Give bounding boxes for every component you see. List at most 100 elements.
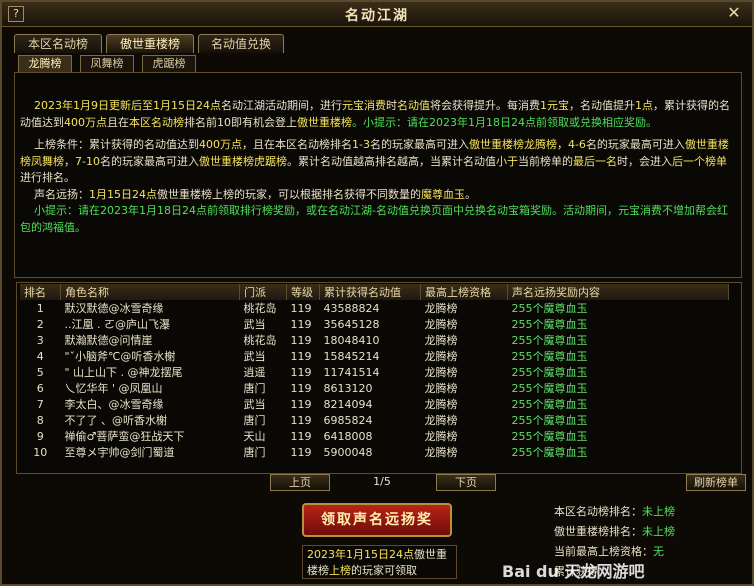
cell-level: 119 <box>290 445 312 459</box>
activity-description: 2023年1月9日更新后至1月15日24点名动江湖活动期间，进行元宝消费时名动值… <box>20 98 736 236</box>
close-icon[interactable]: ✕ <box>726 5 742 21</box>
table-row[interactable]: 9 禅偷♂菩萨蛮@狂战天下 天山 119 6418008 龙腾榜 255个魔尊血玉 <box>20 428 729 444</box>
cell-reward: 255个魔尊血玉 <box>511 366 588 379</box>
table-row[interactable]: 5 " 山上山下 . @神龙摆尾 逍遥 119 11741514 龙腾榜 255个魔尊血玉 <box>20 364 729 380</box>
cell-level: 119 <box>290 317 312 331</box>
cell-qualification: 龙腾榜 <box>424 350 458 363</box>
col-qualification: 最高上榜资格 <box>420 284 508 300</box>
dialog-window: ? 名动江湖 ✕ 本区名动榜 傲世重楼榜 名动值兑换 龙腾榜 凤舞榜 虎踞榜 2… <box>0 0 754 586</box>
cell-level: 119 <box>290 349 312 363</box>
cell-name: 至尊メ宇帅@剑门蜀道 <box>64 446 175 459</box>
cell-points: 15845214 <box>323 349 380 363</box>
local-rank-value: 未上榜 <box>642 505 675 518</box>
cell-points: 35645128 <box>323 317 380 331</box>
cell-school: 唐门 <box>243 446 266 459</box>
cell-rank: 5 <box>36 365 44 379</box>
cell-name: 不了了 、@听香水榭 <box>64 414 168 427</box>
cell-points: 5900048 <box>323 445 373 459</box>
cell-name: " 山上山下 . @神龙摆尾 <box>64 366 183 379</box>
cell-reward: 255个魔尊血玉 <box>511 414 588 427</box>
cell-level: 119 <box>290 365 312 379</box>
table-row[interactable]: 8 不了了 、@听香水榭 唐门 119 6985824 龙腾榜 255个魔尊血玉 <box>20 412 729 428</box>
cell-name: 默汉默德@冰雪奇缘 <box>64 302 164 315</box>
cell-school: 唐门 <box>243 414 266 427</box>
cell-level: 119 <box>290 381 312 395</box>
cell-school: 武当 <box>243 398 266 411</box>
cell-qualification: 龙腾榜 <box>424 382 458 395</box>
cell-name: ..江凰 . ㄛ@庐山飞瀑 <box>64 318 170 331</box>
tab-local-ranking[interactable]: 本区名动榜 <box>14 34 102 53</box>
cell-points: 6418008 <box>323 429 373 443</box>
cell-reward: 255个魔尊血玉 <box>511 398 588 411</box>
cell-qualification: 龙腾榜 <box>424 334 458 347</box>
subtab-fengwu[interactable]: 凤舞榜 <box>80 55 134 73</box>
cell-reward: 255个魔尊血玉 <box>511 446 588 459</box>
col-points: 累计获得名动值 <box>319 284 421 300</box>
cell-school: 桃花岛 <box>243 302 277 315</box>
cell-name: 李太白、@冰雪奇缘 <box>64 398 164 411</box>
cell-reward: 255个魔尊血玉 <box>511 302 588 315</box>
page-indicator: 1/5 <box>373 475 391 488</box>
cell-points: 8214094 <box>323 397 373 411</box>
cell-level: 119 <box>290 429 312 443</box>
cell-qualification: 龙腾榜 <box>424 414 458 427</box>
cell-school: 武当 <box>243 318 266 331</box>
cell-points: 43588824 <box>323 301 380 315</box>
claim-reward-button[interactable]: 领取声名远扬奖 <box>302 503 452 537</box>
cell-reward: 255个魔尊血玉 <box>511 334 588 347</box>
next-page-button[interactable]: 下页 <box>436 474 496 491</box>
cell-points: 18048410 <box>323 333 380 347</box>
info-paragraph-1: 2023年1月9日更新后至1月15日24点名动江湖活动期间，进行元宝消费时名动值… <box>20 99 730 129</box>
info-paragraph-3: 声名远扬：1月15日24点傲世重楼榜上榜的玩家，可以根据排名获得不同数量的魔尊血… <box>34 187 476 201</box>
claim-note: 2023年1月15日24点傲世重 楼榜上榜的玩家可领取 <box>302 545 457 579</box>
cell-points: 11741514 <box>323 365 380 379</box>
cell-name: "ˇ小脑斧℃@听香水榭 <box>64 350 176 363</box>
cell-rank: 9 <box>36 429 44 443</box>
table-row[interactable]: 4 "ˇ小脑斧℃@听香水榭 武当 119 15845214 龙腾榜 255个魔尊血玉 <box>20 348 729 364</box>
table-row[interactable]: 7 李太白、@冰雪奇缘 武当 119 8214094 龙腾榜 255个魔尊血玉 <box>20 396 729 412</box>
tab-aoshi-ranking[interactable]: 傲世重楼榜 <box>106 34 194 53</box>
cell-rank: 1 <box>36 301 44 315</box>
cell-qualification: 龙腾榜 <box>424 446 458 459</box>
watermark: Bai du 天龙网游吧 <box>502 562 645 581</box>
cell-reward: 255个魔尊血玉 <box>511 318 588 331</box>
cell-level: 119 <box>290 301 312 315</box>
table-row[interactable]: 6 乀忆华年 ' @凤凰山 唐门 119 8613120 龙腾榜 255个魔尊血玉 <box>20 380 729 396</box>
cell-level: 119 <box>290 397 312 411</box>
cell-school: 天山 <box>243 430 266 443</box>
cell-rank: 4 <box>36 349 44 363</box>
tab-exchange[interactable]: 名动值兑换 <box>198 34 284 53</box>
refresh-ranking-button[interactable]: 刷新榜单 <box>686 474 746 491</box>
ranking-table: 排名 角色名称 门派 等级 累计获得名动值 最高上榜资格 声名远扬奖励内容 1 默… <box>20 284 729 460</box>
cell-school: 桃花岛 <box>243 334 277 347</box>
cell-reward: 255个魔尊血玉 <box>511 430 588 443</box>
table-row[interactable]: 2 ..江凰 . ㄛ@庐山飞瀑 武当 119 35645128 龙腾榜 255个魔尊血玉 <box>20 316 729 332</box>
col-level: 等级 <box>286 284 320 300</box>
cell-school: 逍遥 <box>243 366 266 379</box>
aoshi-rank-value: 未上榜 <box>642 525 675 538</box>
table-row[interactable]: 3 默瀚默德@问情崖 桃花岛 119 18048410 龙腾榜 255个魔尊血玉 <box>20 332 729 348</box>
local-rank-line: 本区名动榜排名：未上榜 <box>554 505 675 518</box>
title-bar: ? 名动江湖 ✕ <box>2 2 752 27</box>
info-paragraph-2: 上榜条件：累计获得的名动值达到400万点，且在本区名动榜排名1-3名的玩家最高可… <box>20 138 729 184</box>
cell-qualification: 龙腾榜 <box>424 366 458 379</box>
col-name: 角色名称 <box>60 284 240 300</box>
cell-name: 乀忆华年 ' @凤凰山 <box>64 382 163 395</box>
subtab-longteng[interactable]: 龙腾榜 <box>18 55 72 73</box>
cell-rank: 7 <box>36 397 44 411</box>
cell-qualification: 龙腾榜 <box>424 430 458 443</box>
col-reward: 声名远扬奖励内容 <box>507 284 729 300</box>
cell-rank: 3 <box>36 333 44 347</box>
col-school: 门派 <box>239 284 287 300</box>
cell-school: 唐门 <box>243 382 266 395</box>
cell-rank: 10 <box>33 445 48 459</box>
window-title: 名动江湖 <box>345 8 409 24</box>
table-row[interactable]: 10 至尊メ宇帅@剑门蜀道 唐门 119 5900048 龙腾榜 255个魔尊血玉 <box>20 444 729 460</box>
cell-qualification: 龙腾榜 <box>424 318 458 331</box>
cell-points: 8613120 <box>323 381 373 395</box>
prev-page-button[interactable]: 上页 <box>270 474 330 491</box>
subtab-huju[interactable]: 虎踞榜 <box>142 55 196 73</box>
cell-rank: 6 <box>36 381 44 395</box>
cell-name: 默瀚默德@问情崖 <box>64 334 153 347</box>
table-row[interactable]: 1 默汉默德@冰雪奇缘 桃花岛 119 43588824 龙腾榜 255个魔尊血玉 <box>20 300 729 316</box>
